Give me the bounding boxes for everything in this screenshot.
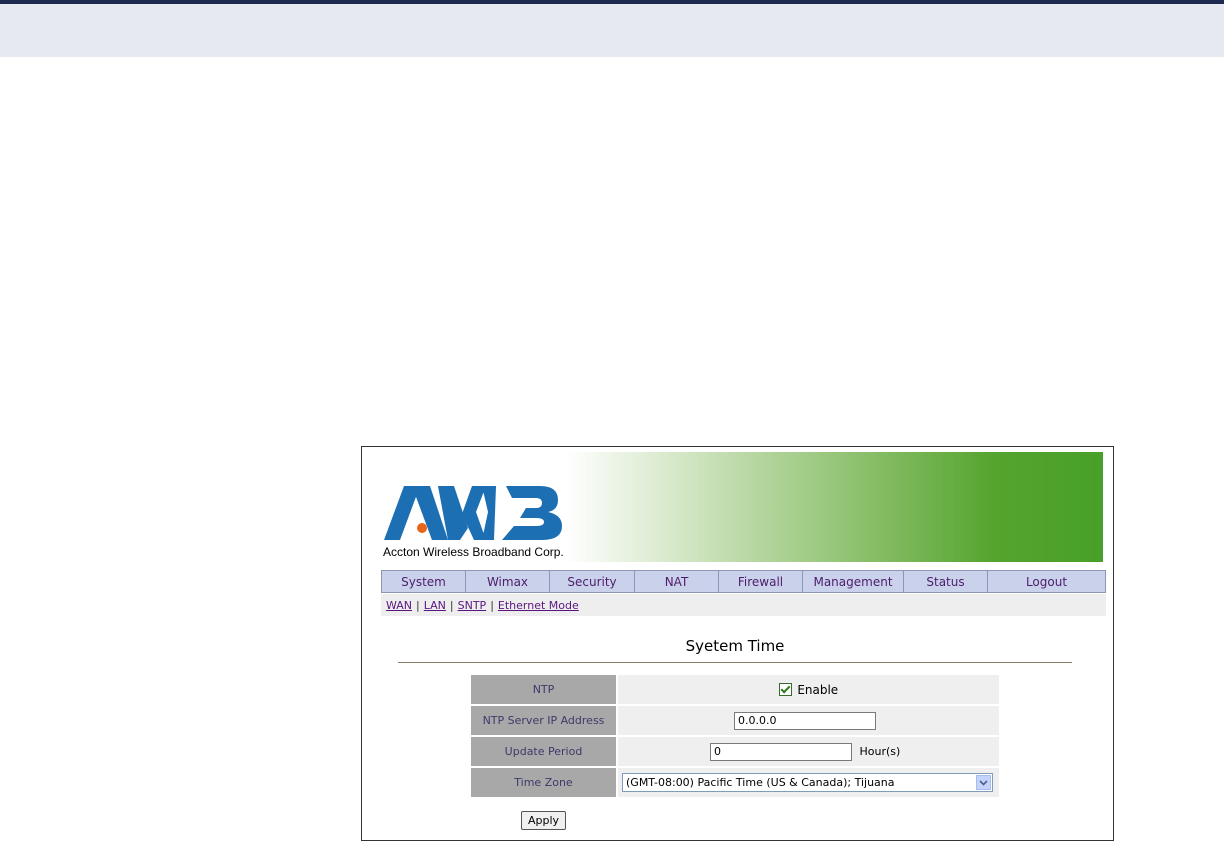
- update-period-input[interactable]: [710, 742, 852, 761]
- form-row-server: NTP Server IP Address: [471, 705, 999, 736]
- header-banner: [566, 452, 1103, 562]
- ntp-label: NTP: [471, 675, 618, 705]
- apply-button[interactable]: Apply: [521, 811, 566, 830]
- router-web-ui: Accton Wireless Broadband Corp. System W…: [361, 446, 1114, 841]
- title-divider: [398, 662, 1072, 663]
- subnav-link-lan[interactable]: LAN: [424, 599, 446, 612]
- nav-item-wimax[interactable]: Wimax: [466, 571, 550, 592]
- subnav-link-wan[interactable]: WAN: [386, 599, 412, 612]
- subnav-separator: |: [490, 598, 494, 612]
- system-time-form: NTP Enable NTP Server IP Address Update …: [471, 675, 999, 799]
- form-row-ntp: NTP Enable: [471, 675, 999, 705]
- ntp-enable-label[interactable]: Enable: [797, 683, 838, 697]
- nav-item-firewall[interactable]: Firewall: [719, 571, 803, 592]
- sub-nav: WAN | LAN | SNTP | Ethernet Mode: [381, 594, 1106, 616]
- chevron-down-icon[interactable]: [976, 775, 991, 790]
- nav-item-logout[interactable]: Logout: [988, 571, 1105, 592]
- nav-item-management[interactable]: Management: [803, 571, 904, 592]
- subnav-separator: |: [416, 598, 420, 612]
- nav-item-system[interactable]: System: [382, 571, 466, 592]
- update-period-unit: Hour(s): [859, 745, 901, 758]
- form-row-update: Update Period Hour(s): [471, 736, 999, 767]
- time-zone-select[interactable]: (GMT-08:00) Pacific Time (US & Canada); …: [622, 773, 993, 792]
- nav-item-status[interactable]: Status: [904, 571, 988, 592]
- document-header-band: [0, 4, 1224, 57]
- subnav-link-ethernet-mode[interactable]: Ethernet Mode: [498, 599, 579, 612]
- awb-logo: [384, 486, 562, 540]
- form-row-timezone: Time Zone (GMT-08:00) Pacific Time (US &…: [471, 767, 999, 798]
- nav-item-nat[interactable]: NAT: [635, 571, 719, 592]
- time-zone-label: Time Zone: [471, 767, 618, 798]
- company-caption: Accton Wireless Broadband Corp.: [383, 545, 564, 559]
- update-period-label: Update Period: [471, 736, 618, 767]
- ntp-server-label: NTP Server IP Address: [471, 705, 618, 736]
- update-period-cell: Hour(s): [617, 736, 999, 767]
- subnav-link-sntp[interactable]: SNTP: [458, 599, 487, 612]
- nav-item-security[interactable]: Security: [550, 571, 635, 592]
- time-zone-selected: (GMT-08:00) Pacific Time (US & Canada); …: [626, 776, 895, 789]
- main-nav: System Wimax Security NAT Firewall Manag…: [381, 570, 1106, 593]
- ntp-server-input[interactable]: [734, 711, 876, 730]
- ntp-value-cell: Enable: [617, 675, 999, 705]
- page-title: Syetem Time: [685, 637, 785, 655]
- checkbox-checked-icon[interactable]: [778, 683, 792, 696]
- ntp-server-cell: [617, 705, 999, 736]
- time-zone-cell: (GMT-08:00) Pacific Time (US & Canada); …: [617, 767, 999, 798]
- subnav-separator: |: [449, 598, 454, 612]
